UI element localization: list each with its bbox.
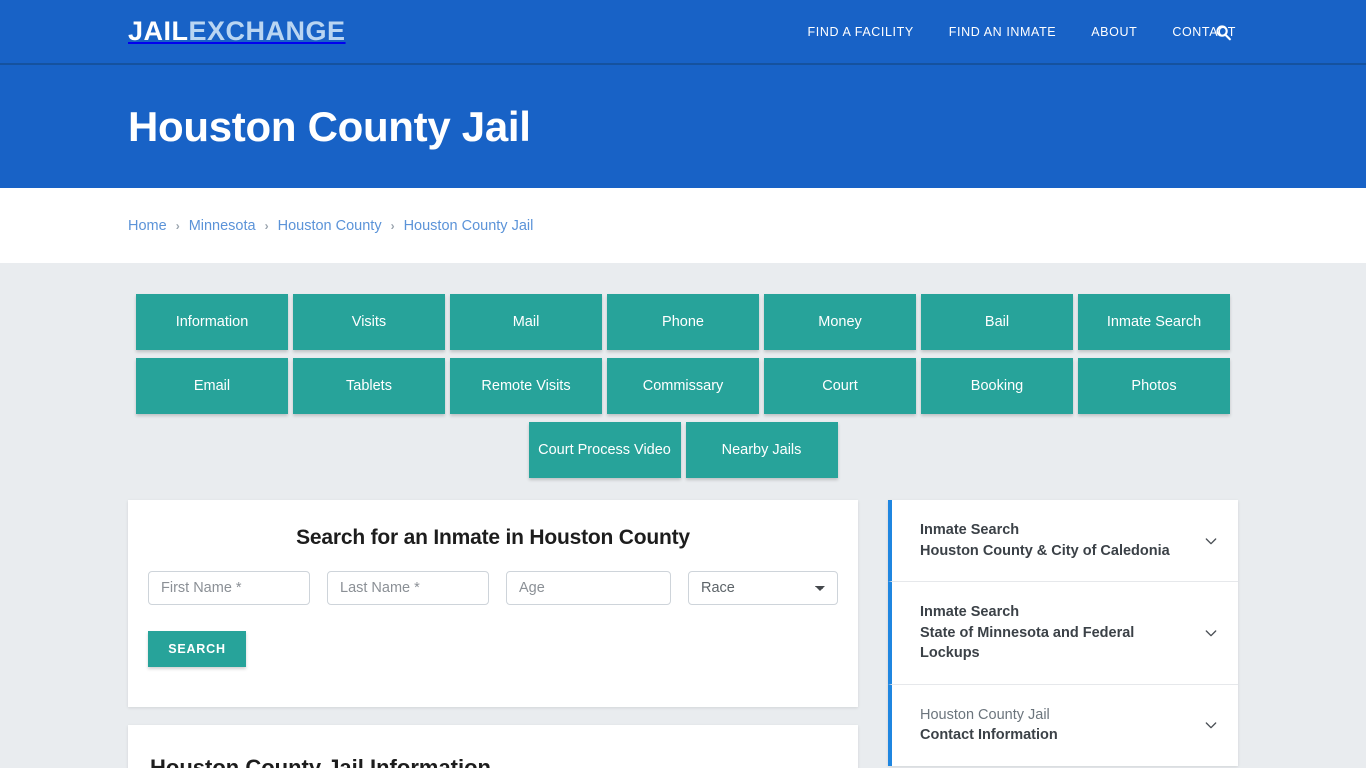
tile-email[interactable]: Email (136, 358, 288, 414)
section-nav-tiles: Information Visits Mail Phone Money Bail… (134, 294, 1232, 414)
logo-text-exchange: EXCHANGE (188, 16, 346, 46)
page-title: Houston County Jail (128, 102, 531, 150)
accordion-title-line2: Contact Information (920, 727, 1058, 744)
nav-item-find-a-facility[interactable]: FIND A FACILITY (808, 25, 914, 39)
breadcrumb-item-houston-county-jail[interactable]: Houston County Jail (404, 218, 534, 234)
jail-information-heading: Houston County Jail Information (150, 755, 491, 768)
lower-layout: Search for an Inmate in Houston County R… (128, 478, 1238, 768)
tile-bail[interactable]: Bail (921, 294, 1073, 350)
race-select[interactable]: Race (688, 571, 838, 605)
main-content: Information Visits Mail Phone Money Bail… (0, 263, 1366, 768)
tile-inmate-search[interactable]: Inmate Search (1078, 294, 1230, 350)
site-header: JAILEXCHANGE FIND A FACILITY FIND AN INM… (0, 0, 1366, 63)
search-button[interactable]: SEARCH (148, 631, 246, 667)
accordion-item-text: Inmate Search State of Minnesota and Fed… (920, 602, 1192, 664)
breadcrumb-item-houston-county[interactable]: Houston County (278, 218, 382, 234)
chevron-down-icon (1202, 624, 1220, 642)
last-name-input[interactable] (327, 571, 489, 605)
tile-commissary[interactable]: Commissary (607, 358, 759, 414)
accordion-title-line1: Inmate Search (920, 522, 1020, 538)
accordion-item-text: Inmate Search Houston County & City of C… (920, 520, 1192, 561)
tile-booking[interactable]: Booking (921, 358, 1073, 414)
age-input[interactable] (506, 571, 671, 605)
nav-item-about[interactable]: ABOUT (1091, 25, 1137, 39)
chevron-down-icon (1202, 532, 1220, 550)
chevron-right-icon: › (175, 218, 180, 233)
accordion-title-line2: Houston County & City of Caledonia (920, 542, 1170, 559)
tile-tablets[interactable]: Tablets (293, 358, 445, 414)
tile-court-process-video[interactable]: Court Process Video (528, 422, 681, 478)
breadcrumb-item-home[interactable]: Home (128, 218, 167, 234)
accordion-title-line1: Inmate Search (920, 604, 1020, 621)
main-column: Search for an Inmate in Houston County R… (128, 500, 858, 768)
accordion-item-contact-information[interactable]: Houston County Jail Contact Information (888, 684, 1238, 767)
chevron-down-icon (1202, 716, 1220, 734)
tile-nearby-jails[interactable]: Nearby Jails (685, 422, 838, 478)
nav-item-find-an-inmate[interactable]: FIND AN INMATE (949, 25, 1056, 39)
logo-text-jail: JAIL (128, 16, 189, 46)
page-hero: Houston County Jail (0, 65, 1366, 188)
sidebar-accordion: Inmate Search Houston County & City of C… (888, 500, 1238, 767)
breadcrumb-item-minnesota[interactable]: Minnesota (189, 218, 256, 234)
main-navigation: FIND A FACILITY FIND AN INMATE ABOUT CON… (808, 25, 1366, 39)
tile-visits[interactable]: Visits (293, 294, 445, 350)
sidebar-column: Inmate Search Houston County & City of C… (888, 500, 1238, 767)
inmate-search-card: Search for an Inmate in Houston County R… (128, 500, 858, 707)
inmate-search-heading: Search for an Inmate in Houston County (296, 526, 690, 549)
search-icon[interactable] (1211, 20, 1235, 44)
tile-remote-visits[interactable]: Remote Visits (450, 358, 602, 414)
section-nav-tiles-row3: Court Process Video Nearby Jails (134, 422, 1232, 478)
accordion-title-line2: State of Minnesota and Federal Lockups (920, 624, 1135, 662)
accordion-item-inmate-search-state[interactable]: Inmate Search State of Minnesota and Fed… (888, 582, 1238, 685)
breadcrumb-band: Home › Minnesota › Houston County › Hous… (0, 188, 1366, 263)
accordion-title-line1: Houston County Jail (920, 706, 1050, 723)
tile-money[interactable]: Money (764, 294, 916, 350)
tile-photos[interactable]: Photos (1078, 358, 1230, 414)
accordion-item-inmate-search-county[interactable]: Inmate Search Houston County & City of C… (888, 500, 1238, 583)
accordion-item-text: Houston County Jail Contact Information (920, 705, 1192, 746)
chevron-right-icon: › (264, 218, 269, 233)
tile-phone[interactable]: Phone (607, 294, 759, 350)
jail-information-card: Houston County Jail Information (128, 725, 858, 768)
chevron-right-icon: › (390, 218, 395, 233)
tile-information[interactable]: Information (136, 294, 288, 350)
first-name-input[interactable] (148, 571, 310, 605)
inmate-search-form: Race (146, 571, 840, 605)
tile-mail[interactable]: Mail (450, 294, 602, 350)
site-logo[interactable]: JAILEXCHANGE (128, 18, 346, 45)
breadcrumb: Home › Minnesota › Houston County › Hous… (128, 218, 533, 234)
tile-court[interactable]: Court (764, 358, 916, 414)
